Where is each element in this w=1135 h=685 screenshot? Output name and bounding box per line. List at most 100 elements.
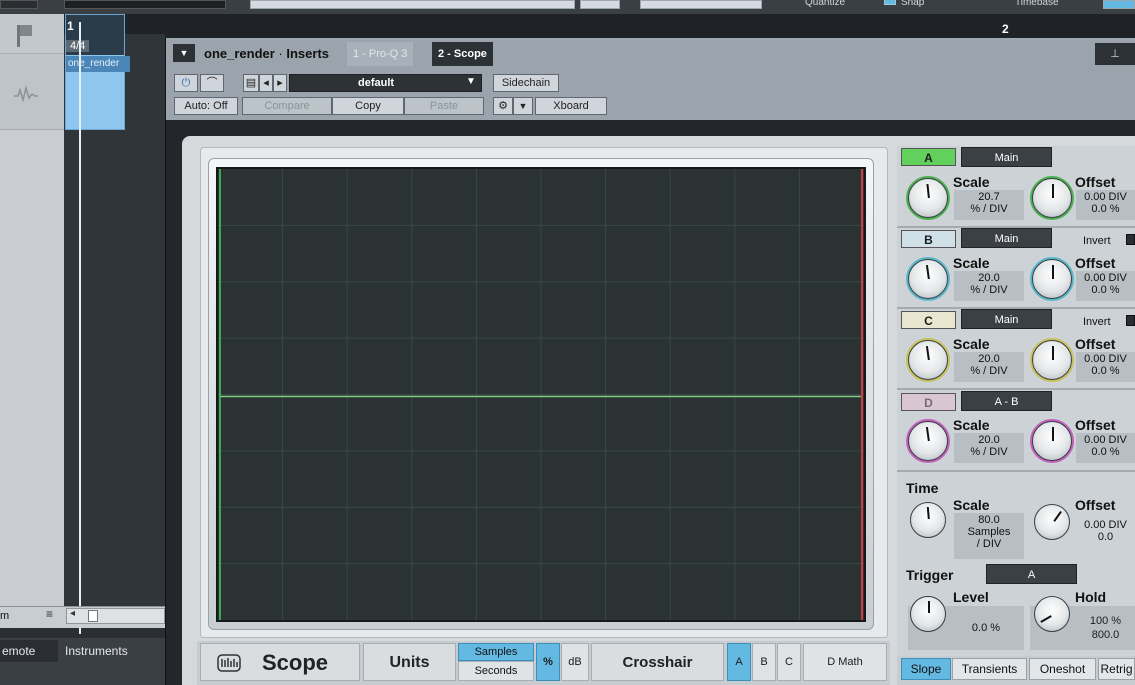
- track-row[interactable]: [0, 54, 64, 130]
- channel-a-scale-value[interactable]: 20.7% / DIV: [954, 190, 1024, 220]
- toolbar-segment[interactable]: [640, 0, 762, 9]
- channel-d-scale-label: Scale: [953, 417, 990, 433]
- units-samples-button[interactable]: Samples: [458, 643, 534, 661]
- trigger-slope-button[interactable]: Slope: [901, 658, 951, 680]
- playhead-cursor[interactable]: [79, 22, 81, 634]
- compare-button[interactable]: Compare: [242, 97, 332, 115]
- trigger-transients-button[interactable]: Transients: [952, 658, 1027, 680]
- timeline-ruler[interactable]: [64, 14, 1135, 34]
- snap-label[interactable]: Snap: [884, 0, 924, 8]
- quantize-label: Quantize: [805, 0, 846, 8]
- channel-b-scale-value[interactable]: 20.0% / DIV: [954, 271, 1024, 301]
- sidechain-button[interactable]: Sidechain: [493, 74, 559, 92]
- time-scale-knob[interactable]: [910, 502, 946, 538]
- title-suffix: Inserts: [286, 46, 330, 61]
- copy-button[interactable]: Copy: [332, 97, 404, 115]
- scrollbar-thumb[interactable]: [88, 610, 98, 622]
- trigger-level-knob-face[interactable]: [910, 596, 946, 632]
- trigger-hold-value[interactable]: 100 % 800.0: [1076, 614, 1135, 642]
- value-text: 20.7: [978, 191, 1000, 203]
- trigger-retrig-button[interactable]: Retrig: [1098, 658, 1135, 680]
- channel-c-scale-value[interactable]: 20.0% / DIV: [954, 352, 1024, 382]
- scale-db-button[interactable]: dB: [561, 643, 589, 681]
- chevron-down-icon[interactable]: ▼: [466, 76, 476, 87]
- channel-b-button[interactable]: B: [901, 230, 956, 248]
- plugin-title: one_render · Inserts: [204, 46, 329, 61]
- value-text: 0.0: [1097, 531, 1114, 543]
- channel-c-source[interactable]: Main: [961, 309, 1052, 329]
- tab-scope[interactable]: 2 - Scope: [432, 42, 493, 66]
- channel-a-button[interactable]: A: [901, 148, 956, 166]
- channel-d-source[interactable]: A - B: [961, 391, 1052, 411]
- channel-c-invert-checkbox[interactable]: [1126, 315, 1135, 326]
- scale-percent-button[interactable]: %: [536, 643, 560, 681]
- value-text: 0.0 %: [1091, 446, 1120, 458]
- trigger-hold-knob[interactable]: [1034, 596, 1070, 632]
- channel-d-offset-label: Offset: [1075, 417, 1116, 433]
- automation-button[interactable]: Auto: Off: [174, 97, 238, 115]
- value-text: 0.00 DIV: [1084, 434, 1127, 446]
- channel-d-button[interactable]: D: [901, 393, 956, 411]
- channel-c-offset-knob[interactable]: [1032, 340, 1072, 380]
- channel-b-offset-value[interactable]: 0.00 DIV 0.0 %: [1076, 271, 1135, 301]
- channel-b-invert-checkbox[interactable]: [1126, 234, 1135, 245]
- scope-logo: Scope: [200, 643, 360, 681]
- horizontal-scrollbar[interactable]: [66, 608, 165, 624]
- scope-display[interactable]: [216, 167, 866, 622]
- channel-b-scale-knob[interactable]: [908, 259, 948, 299]
- channel-a-scale-label: Scale: [953, 174, 990, 190]
- channel-b-source[interactable]: Main: [961, 228, 1052, 248]
- gear-icon[interactable]: ⚙: [493, 97, 513, 115]
- unit-text: / DIV: [976, 538, 1002, 550]
- toolbar-segment[interactable]: [64, 0, 226, 9]
- time-scale-value[interactable]: 80.0 Samples / DIV: [954, 513, 1024, 559]
- tab-pro-q-3[interactable]: 1 - Pro-Q 3: [347, 42, 414, 66]
- paste-button[interactable]: Paste: [404, 97, 484, 115]
- channel-d-scale-knob[interactable]: [908, 421, 948, 461]
- power-button[interactable]: ⏻: [174, 74, 198, 92]
- snap-checkbox[interactable]: [884, 0, 896, 5]
- flag-icon[interactable]: [0, 14, 64, 54]
- tab-instruments[interactable]: Instruments: [60, 640, 165, 662]
- preset-select[interactable]: default: [289, 74, 482, 92]
- preset-list-icon[interactable]: ▤: [243, 74, 259, 92]
- time-offset-value[interactable]: 0.00 DIV 0.0: [1076, 513, 1135, 559]
- crosshair-b-button[interactable]: B: [752, 643, 776, 681]
- channel-a-source[interactable]: Main: [961, 147, 1052, 167]
- toolbar-segment[interactable]: [580, 0, 620, 9]
- crosshair-c-button[interactable]: C: [777, 643, 801, 681]
- divider: [897, 470, 1135, 472]
- toolbar-segment[interactable]: [1103, 0, 1135, 9]
- channel-d-scale-value[interactable]: 20.0% / DIV: [954, 433, 1024, 463]
- channel-a-offset-knob[interactable]: [1032, 178, 1072, 218]
- channel-c-offset-value[interactable]: 0.00 DIV 0.0 %: [1076, 352, 1135, 382]
- channel-c-scale-knob[interactable]: [908, 340, 948, 380]
- crosshair-label: Crosshair: [591, 643, 724, 681]
- preset-prev-button[interactable]: ◂: [259, 74, 273, 92]
- channel-a-offset-value[interactable]: 0.00 DIV 0.0 %: [1076, 190, 1135, 220]
- pin-icon[interactable]: ⊥: [1095, 43, 1135, 65]
- preset-next-button[interactable]: ▸: [273, 74, 287, 92]
- units-seconds-button[interactable]: Seconds: [458, 661, 534, 681]
- menu-icon[interactable]: ≡: [46, 607, 53, 621]
- toolbar-segment[interactable]: [0, 0, 38, 9]
- crosshair-a-button[interactable]: A: [727, 643, 751, 681]
- insert-menu-button[interactable]: ▼: [173, 44, 195, 62]
- bar-number-2: 2: [1002, 22, 1009, 36]
- channel-a-scale-knob[interactable]: [908, 178, 948, 218]
- toolbar-segment[interactable]: [250, 0, 575, 9]
- scroll-left-icon[interactable]: ◂: [70, 608, 75, 619]
- xboard-button[interactable]: Xboard: [535, 97, 607, 115]
- listen-button[interactable]: ⌒: [200, 74, 224, 92]
- trigger-source[interactable]: A: [986, 564, 1077, 584]
- time-offset-knob[interactable]: [1034, 504, 1070, 540]
- tab-remote[interactable]: emote: [0, 640, 58, 662]
- channel-d-offset-knob[interactable]: [1032, 421, 1072, 461]
- chevron-down-icon[interactable]: ▼: [513, 97, 533, 115]
- channel-d-offset-value[interactable]: 0.00 DIV 0.0 %: [1076, 433, 1135, 463]
- waveform-icon: [14, 85, 38, 103]
- crosshair-d-math-button[interactable]: D Math: [803, 643, 887, 681]
- trigger-oneshot-button[interactable]: Oneshot: [1029, 658, 1096, 680]
- channel-c-button[interactable]: C: [901, 311, 956, 329]
- channel-b-offset-knob[interactable]: [1032, 259, 1072, 299]
